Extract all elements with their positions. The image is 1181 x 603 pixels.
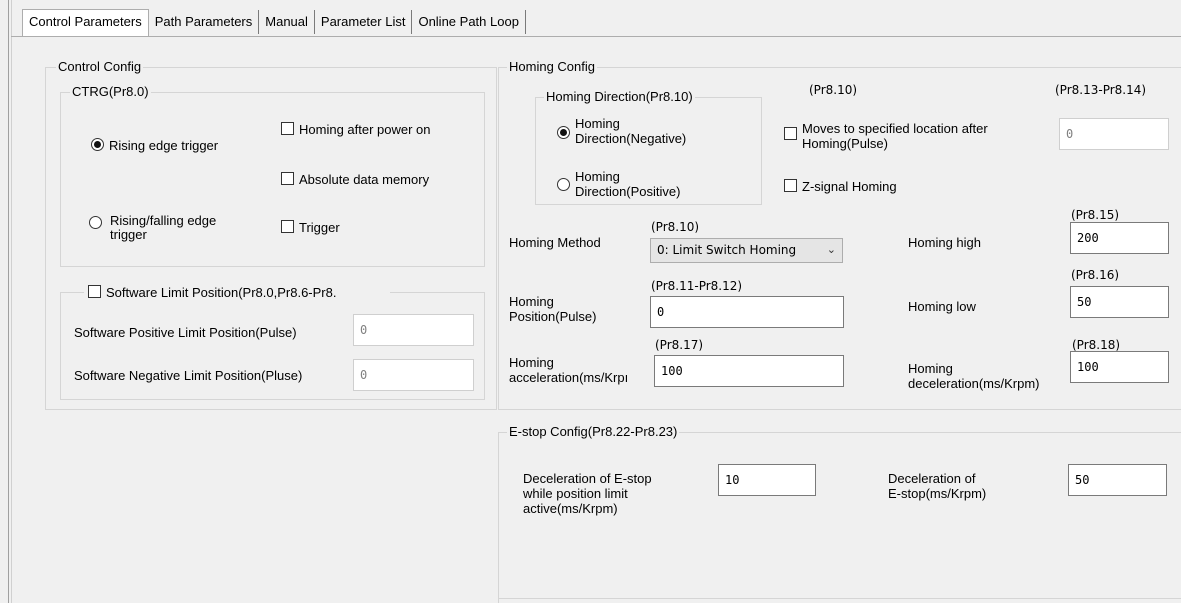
- estop-config-title: E-stop Config(Pr8.22-Pr8.23): [507, 424, 680, 439]
- homing-config-title: Homing Config: [507, 59, 597, 74]
- homing-direction-negative-label-line1: Homing: [575, 116, 620, 131]
- tab-manual[interactable]: Manual: [259, 10, 315, 34]
- rising-edge-label: Rising edge trigger: [109, 138, 219, 153]
- tab-path-parameters[interactable]: Path Parameters: [149, 10, 260, 34]
- software-limit-title: Software Limit Position(Pr8.0,Pr8.6-Pr8.: [106, 285, 337, 300]
- homing-high-input[interactable]: 200: [1070, 222, 1169, 254]
- homing-position-label-line2: Position(Pulse): [509, 309, 597, 324]
- homing-after-power-label: Homing after power on: [299, 122, 431, 137]
- tab-online-path-loop[interactable]: Online Path Loop: [412, 10, 526, 34]
- moves-to-location-checkbox[interactable]: [784, 127, 797, 140]
- homing-accel-input[interactable]: 100: [654, 355, 844, 387]
- estop-limit-input[interactable]: 10: [718, 464, 816, 496]
- rising-falling-edge-label-line2: trigger: [110, 227, 147, 242]
- homing-position-pr-label: (Pr8.11-Pr8.12): [651, 279, 743, 293]
- moves-to-location-label-line1: Moves to specified location after: [802, 121, 988, 136]
- homing-decel-input[interactable]: 100: [1070, 351, 1169, 383]
- tab-parameter-list[interactable]: Parameter List: [315, 10, 413, 34]
- homing-accel-pr-label: (Pr8.17): [655, 338, 704, 352]
- window-edge: [8, 0, 9, 603]
- homing-direction-positive-label-line1: Homing: [575, 169, 620, 184]
- homing-direction-title: Homing Direction(Pr8.10): [544, 89, 695, 104]
- homing-high-pr-label: (Pr8.15): [1071, 208, 1120, 222]
- software-negative-limit-input[interactable]: 0: [353, 359, 474, 391]
- homing-direction-positive-label-line2: Direction(Positive): [575, 184, 681, 199]
- window-edge-inner: [11, 0, 12, 603]
- estop-decel-input[interactable]: 50: [1068, 464, 1167, 496]
- software-negative-limit-label: Software Negative Limit Position(Pluse): [74, 368, 303, 383]
- moves-to-location-label-line2: Homing(Pulse): [802, 136, 888, 151]
- software-positive-limit-label: Software Positive Limit Position(Pulse): [74, 325, 297, 340]
- pr813-814-label: (Pr8.13-Pr8.14): [1055, 83, 1147, 97]
- estop-decel-label-line2: E-stop(ms/Krpm): [888, 486, 987, 501]
- rising-falling-edge-label-line1: Rising/falling edge: [110, 213, 217, 228]
- z-signal-homing-checkbox[interactable]: [784, 179, 797, 192]
- homing-method-value: 0: Limit Switch Homing: [657, 243, 797, 257]
- absolute-data-memory-label: Absolute data memory: [299, 172, 430, 187]
- homing-method-select[interactable]: 0: Limit Switch Homing ⌄: [650, 238, 843, 263]
- control-config-title: Control Config: [56, 59, 144, 74]
- estop-config-group: [498, 432, 1181, 603]
- bottom-border: [498, 598, 1181, 599]
- z-signal-homing-label: Z-signal Homing: [802, 179, 897, 194]
- homing-accel-label-line2: acceleration(ms/Krpı: [509, 370, 629, 385]
- homing-low-input[interactable]: 50: [1070, 286, 1169, 318]
- tab-strip: Control Parameters Path Parameters Manua…: [22, 9, 526, 36]
- homing-after-power-checkbox[interactable]: [281, 122, 294, 135]
- estop-limit-label-line3: active(ms/Krpm): [523, 501, 618, 516]
- homing-decel-pr-label: (Pr8.18): [1072, 338, 1121, 352]
- tab-control-parameters[interactable]: Control Parameters: [22, 9, 149, 36]
- homing-method-pr-label: (Pr8.10): [651, 220, 700, 234]
- rising-falling-edge-radio[interactable]: [89, 216, 102, 229]
- trigger-checkbox[interactable]: [281, 220, 294, 233]
- tab-panel-border: [11, 36, 1181, 37]
- homing-decel-label-line1: Homing: [908, 361, 953, 376]
- homing-high-label-text: Homing high: [908, 235, 981, 250]
- homing-direction-positive-radio[interactable]: [557, 178, 570, 191]
- estop-decel-label-line1: Deceleration of: [888, 471, 976, 486]
- homing-position-input[interactable]: 0: [650, 296, 844, 328]
- homing-low-label: Homing low: [908, 299, 976, 314]
- software-limit-checkbox[interactable]: [88, 285, 101, 298]
- homing-position-label-line1: Homing: [509, 294, 554, 309]
- homing-accel-label-line1: Homing: [509, 355, 554, 370]
- estop-limit-label: Deceleration of E-stop while position li…: [523, 471, 703, 517]
- chevron-down-icon: ⌄: [826, 243, 836, 256]
- moves-to-location-input[interactable]: 0: [1059, 118, 1169, 150]
- ctrg-title: CTRG(Pr8.0): [70, 84, 151, 99]
- pr810-label-top: (Pr8.10): [809, 83, 858, 97]
- homing-decel-label-line2: deceleration(ms/Krpm): [908, 376, 1040, 391]
- rising-edge-radio[interactable]: [91, 138, 104, 151]
- software-positive-limit-input[interactable]: 0: [353, 314, 474, 346]
- absolute-data-memory-checkbox[interactable]: [281, 172, 294, 185]
- estop-limit-label-line2: while position limit: [523, 486, 628, 501]
- trigger-label: Trigger: [299, 220, 340, 235]
- homing-low-pr-label: (Pr8.16): [1071, 268, 1120, 282]
- estop-limit-label-line1: Deceleration of E-stop: [523, 471, 652, 486]
- homing-direction-negative-label-line2: Direction(Negative): [575, 131, 687, 146]
- homing-method-label: Homing Method: [509, 235, 601, 250]
- homing-direction-negative-radio[interactable]: [557, 126, 570, 139]
